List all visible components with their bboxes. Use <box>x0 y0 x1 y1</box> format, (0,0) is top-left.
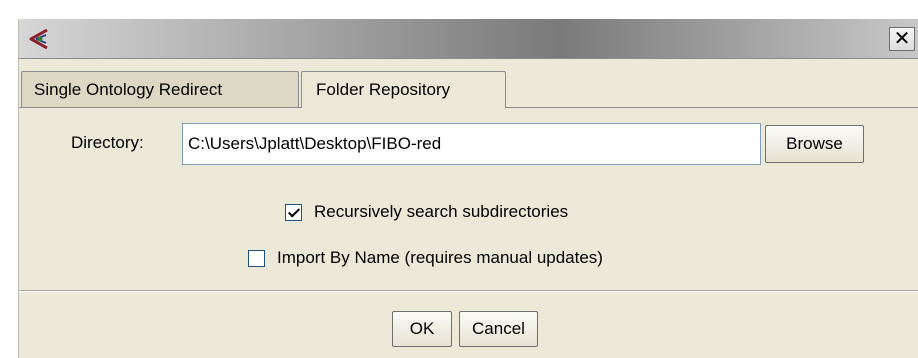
recursive-search-checkbox[interactable] <box>285 203 302 221</box>
cancel-button[interactable]: Cancel <box>459 311 538 347</box>
footer-divider-highlight <box>19 291 918 292</box>
tab-single-ontology-redirect[interactable]: Single Ontology Redirect <box>21 71 299 107</box>
directory-input[interactable] <box>182 123 761 165</box>
protege-app-icon <box>29 28 48 50</box>
ok-button[interactable]: OK <box>392 311 452 347</box>
close-icon: ✕ <box>893 28 911 50</box>
recursive-search-option[interactable]: Recursively search subdirectories <box>285 202 568 222</box>
browse-button[interactable]: Browse <box>765 125 864 163</box>
tab-folder-repository[interactable]: Folder Repository <box>301 71 506 108</box>
title-bar[interactable]: ✕ <box>19 19 918 59</box>
import-by-name-checkbox[interactable] <box>248 249 265 267</box>
recursive-search-label: Recursively search subdirectories <box>314 202 569 221</box>
folder-repository-dialog: ✕ Single Ontology Redirect Folder Reposi… <box>18 19 918 358</box>
close-button[interactable]: ✕ <box>889 27 915 51</box>
tab-bar: Single Ontology Redirect Folder Reposito… <box>19 71 918 108</box>
directory-label: Directory: <box>71 133 144 152</box>
import-by-name-option[interactable]: Import By Name (requires manual updates) <box>248 248 603 268</box>
import-by-name-label: Import By Name (requires manual updates) <box>277 248 603 267</box>
